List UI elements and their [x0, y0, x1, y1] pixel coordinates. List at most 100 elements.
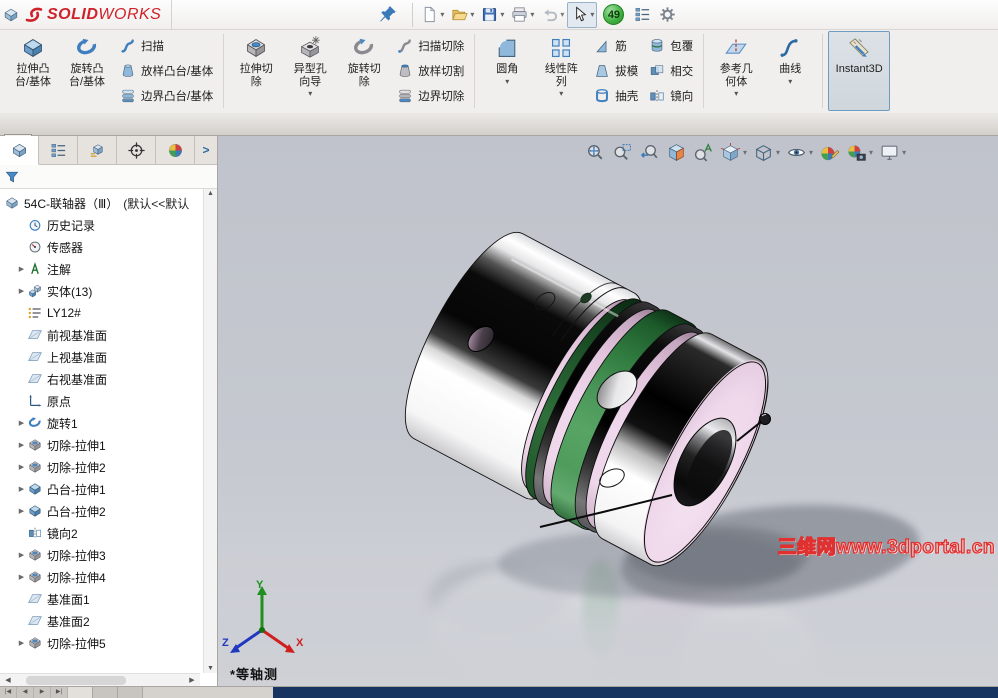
expand-arrow-icon[interactable]: ▶ [16, 419, 27, 427]
ribbon-tab[interactable] [88, 134, 116, 135]
ribbon-tab[interactable] [144, 134, 172, 135]
tree-item[interactable]: ▶ 旋转1 [0, 412, 203, 434]
menu-item[interactable] [346, 0, 370, 30]
expand-arrow-icon[interactable]: ▶ [16, 573, 27, 581]
ribbon-tab[interactable] [4, 134, 32, 136]
tree-item[interactable]: ▶ 切除-拉伸4 [0, 566, 203, 588]
tree-item[interactable]: ▶ 切除-拉伸2 [0, 456, 203, 478]
quick-button[interactable]: ▾ [477, 2, 507, 28]
tree-item[interactable]: 原点 [0, 390, 203, 412]
menu-item[interactable] [226, 0, 250, 30]
ribbon-button[interactable]: 放样凸台/基体 [114, 59, 218, 84]
ribbon-tab[interactable] [172, 134, 200, 135]
quick-button[interactable]: ▾ [567, 1, 598, 28]
ribbon-button[interactable]: 相交 [643, 59, 698, 84]
tree-item[interactable]: LY12# [0, 302, 203, 324]
menu-item[interactable] [202, 0, 226, 30]
ribbon-button[interactable]: 拔模 [588, 59, 643, 84]
tree-item[interactable]: 传感器 [0, 236, 203, 258]
expand-arrow-icon[interactable]: ▶ [16, 639, 27, 647]
prev-study-button[interactable]: ◀ [17, 687, 34, 698]
view-tool-button[interactable] [611, 141, 634, 164]
ribbon-tab[interactable] [284, 134, 312, 135]
ribbon-button[interactable]: 旋转切除 [337, 31, 391, 111]
ribbon-tab[interactable] [256, 134, 284, 135]
ribbon-button[interactable]: 曲线 ▾ [763, 31, 817, 111]
ribbon-tab[interactable] [200, 134, 228, 135]
last-study-button[interactable]: ▶| [51, 687, 68, 698]
tree-item[interactable]: ▶ 切除-拉伸1 [0, 434, 203, 456]
view-tool-button[interactable]: ▾ [845, 141, 874, 164]
tree-item[interactable]: 54C-联轴器（Ⅲ） (默认<<默认 [0, 192, 203, 214]
ribbon-button[interactable]: 抽壳 [588, 84, 643, 109]
scrollbar-thumb[interactable] [26, 675, 126, 685]
tree-filter-row[interactable] [0, 165, 217, 189]
quick-button[interactable]: ▾ [507, 2, 537, 28]
tree-item[interactable]: 镜向2 [0, 522, 203, 544]
quick-button[interactable] [630, 2, 655, 28]
ribbon-button[interactable]: 扫描 [114, 34, 218, 59]
view-tool-button[interactable] [584, 141, 607, 164]
view-tool-button[interactable]: ▾ [878, 141, 907, 164]
panel-tab[interactable] [117, 136, 156, 164]
tree-item[interactable]: ▶ 实体(13) [0, 280, 203, 302]
view-tool-button[interactable]: ▾ [785, 141, 814, 164]
menu-item[interactable] [250, 0, 274, 30]
ribbon-button[interactable]: 圆角 ▾ [480, 31, 534, 111]
graphics-area[interactable]: Y Z X ▾ ▾ ▾ ▾ ▾ *等轴测 [218, 136, 998, 686]
scroll-down-icon[interactable]: ▼ [207, 665, 214, 672]
ribbon-tab[interactable] [60, 134, 88, 135]
view-tool-button[interactable] [818, 141, 841, 164]
ribbon-button[interactable]: 线性阵列 ▾ [534, 31, 588, 111]
expand-arrow-icon[interactable]: ▶ [16, 463, 27, 471]
ribbon-tab[interactable] [32, 134, 60, 135]
ribbon-button[interactable]: 边界凸台/基体 [114, 84, 218, 109]
tree-item[interactable]: 基准面1 [0, 588, 203, 610]
ribbon-button[interactable]: 参考几 何体 ▾ [709, 31, 763, 111]
ribbon-button[interactable]: 拉伸切除 [229, 31, 283, 111]
expand-arrow-icon[interactable]: ▶ [16, 287, 27, 295]
ribbon-button[interactable]: 异型孔 向导 ▾ [283, 31, 337, 111]
view-tool-button[interactable] [665, 141, 688, 164]
tree-item[interactable]: 右视基准面 [0, 368, 203, 390]
scroll-right-icon[interactable]: ▶ [186, 676, 198, 684]
tree-horizontal-scrollbar[interactable]: ◀ ▶ [0, 673, 200, 686]
pin-icon[interactable] [378, 4, 400, 26]
expand-arrow-icon[interactable]: ▶ [16, 507, 27, 515]
tree-item[interactable]: 基准面2 [0, 610, 203, 632]
view-tool-button[interactable]: ▾ [719, 141, 748, 164]
tree-item[interactable]: 上视基准面 [0, 346, 203, 368]
expand-arrow-icon[interactable]: ▶ [16, 551, 27, 559]
ribbon-tab[interactable] [340, 134, 368, 135]
quick-button[interactable] [655, 2, 680, 28]
menu-item[interactable] [298, 0, 322, 30]
ribbon-tab[interactable] [116, 134, 144, 135]
quick-button[interactable]: ▾ [447, 2, 477, 28]
notification-badge[interactable]: 49 [603, 4, 625, 25]
ribbon-button[interactable]: 边界切除 [391, 84, 469, 109]
quick-button[interactable]: ▾ [537, 2, 567, 28]
panel-tab[interactable] [39, 136, 78, 164]
tree-item[interactable]: 历史记录 [0, 214, 203, 236]
scroll-left-icon[interactable]: ◀ [2, 676, 14, 684]
expand-arrow-icon[interactable]: ▶ [16, 485, 27, 493]
scroll-up-icon[interactable]: ▲ [207, 190, 214, 197]
tree-item[interactable]: ▶ 注解 [0, 258, 203, 280]
panel-tab[interactable] [78, 136, 117, 164]
tree-item[interactable]: 前视基准面 [0, 324, 203, 346]
next-study-button[interactable]: ▶ [34, 687, 51, 698]
tree-vertical-scrollbar[interactable]: ▲ ▼ [203, 189, 217, 673]
bottom-tab[interactable] [118, 687, 143, 698]
tree-item[interactable]: ▶ 凸台-拉伸2 [0, 500, 203, 522]
menu-item[interactable] [178, 0, 202, 30]
menu-item[interactable] [274, 0, 298, 30]
ribbon-button[interactable]: 包覆 [643, 34, 698, 59]
panel-overflow-button[interactable]: > [195, 136, 217, 164]
view-tool-button[interactable]: ▾ [752, 141, 781, 164]
ribbon-button[interactable]: 拉伸凸 台/基体 [6, 31, 60, 111]
ribbon-button[interactable]: 筋 [588, 34, 643, 59]
menu-item[interactable] [322, 0, 346, 30]
quick-button[interactable]: ▾ [417, 2, 447, 28]
model-scene[interactable]: Y Z X [218, 136, 998, 686]
tree-item[interactable]: ▶ 切除-拉伸3 [0, 544, 203, 566]
